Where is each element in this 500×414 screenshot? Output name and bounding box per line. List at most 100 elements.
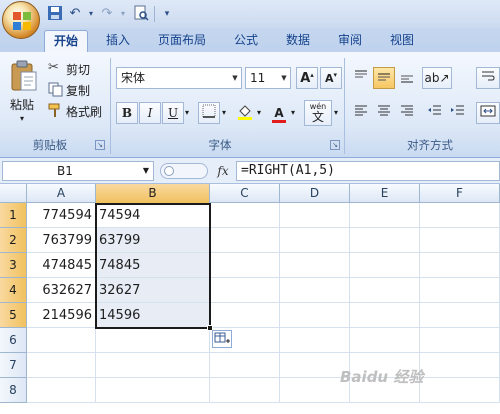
cell-a3[interactable]: 474845: [27, 253, 96, 278]
tab-page-layout[interactable]: 页面布局: [148, 30, 216, 52]
tab-home[interactable]: 开始: [44, 30, 88, 52]
cell[interactable]: [280, 253, 350, 278]
row-header[interactable]: 2: [0, 228, 27, 253]
cell[interactable]: [27, 328, 96, 353]
chevron-down-icon[interactable]: ▼: [143, 162, 149, 180]
wrap-text-button[interactable]: [476, 67, 500, 89]
shrink-font-button[interactable]: A▾: [320, 67, 342, 89]
column-header-b[interactable]: B: [96, 184, 210, 203]
align-center-button[interactable]: [373, 102, 395, 124]
fill-color-button[interactable]: [234, 102, 256, 124]
cell[interactable]: [350, 303, 420, 328]
cell-a5[interactable]: 214596: [27, 303, 96, 328]
font-name-combo[interactable]: 宋体 ▼: [116, 67, 242, 89]
cell[interactable]: [210, 228, 280, 253]
phonetic-button[interactable]: wén 文: [304, 100, 332, 126]
borders-dropdown-icon[interactable]: ▾: [222, 108, 226, 117]
tab-insert[interactable]: 插入: [98, 30, 138, 52]
cell[interactable]: [210, 378, 280, 403]
align-right-button[interactable]: [396, 102, 418, 124]
cell[interactable]: [350, 278, 420, 303]
cell[interactable]: [350, 203, 420, 228]
cell[interactable]: [96, 353, 210, 378]
cell-a4[interactable]: 632627: [27, 278, 96, 303]
cell[interactable]: [210, 353, 280, 378]
tab-view[interactable]: 视图: [382, 30, 422, 52]
cell[interactable]: [27, 353, 96, 378]
cell-a2[interactable]: 763799: [27, 228, 96, 253]
row-header[interactable]: 7: [0, 353, 27, 378]
cell[interactable]: [210, 278, 280, 303]
align-left-button[interactable]: [350, 102, 372, 124]
cell-b3[interactable]: 74845: [96, 253, 210, 278]
save-icon[interactable]: [46, 5, 64, 23]
column-header-d[interactable]: D: [280, 184, 350, 203]
italic-button[interactable]: I: [139, 102, 161, 124]
cell-b2[interactable]: 63799: [96, 228, 210, 253]
column-header-f[interactable]: F: [420, 184, 500, 203]
formula-bar-splitter[interactable]: [160, 163, 208, 179]
align-top-button[interactable]: [350, 67, 372, 89]
font-size-combo[interactable]: 11 ▼: [245, 67, 291, 89]
underline-dropdown-icon[interactable]: ▾: [185, 108, 189, 117]
row-header[interactable]: 5: [0, 303, 27, 328]
tab-data[interactable]: 数据: [278, 30, 318, 52]
font-color-dropdown-icon[interactable]: ▾: [291, 108, 295, 117]
phonetic-dropdown-icon[interactable]: ▾: [334, 108, 338, 117]
cell[interactable]: [420, 203, 500, 228]
print-preview-icon[interactable]: [132, 5, 150, 23]
borders-button[interactable]: [198, 102, 220, 124]
cell[interactable]: [96, 328, 210, 353]
column-header-e[interactable]: E: [350, 184, 420, 203]
format-painter-button[interactable]: 格式刷: [46, 102, 106, 120]
tab-review[interactable]: 审阅: [330, 30, 370, 52]
cell[interactable]: [280, 203, 350, 228]
align-bottom-button[interactable]: [396, 67, 418, 89]
insert-function-button[interactable]: fx: [212, 161, 234, 181]
fill-color-dropdown-icon[interactable]: ▾: [257, 108, 261, 117]
cell-b1[interactable]: 74594: [96, 203, 210, 228]
cell[interactable]: [280, 228, 350, 253]
cell[interactable]: [210, 203, 280, 228]
office-button[interactable]: [2, 1, 40, 39]
cell[interactable]: [210, 253, 280, 278]
cell[interactable]: [280, 328, 350, 353]
cell[interactable]: [350, 253, 420, 278]
cell[interactable]: [420, 228, 500, 253]
grow-font-button[interactable]: A▴: [296, 67, 318, 89]
row-header[interactable]: 8: [0, 378, 27, 403]
underline-button[interactable]: U: [162, 102, 184, 124]
cell-a1[interactable]: 774594: [27, 203, 96, 228]
cell-b4[interactable]: 32627: [96, 278, 210, 303]
copy-button[interactable]: 复制: [46, 81, 106, 99]
cell-b5[interactable]: 14596: [96, 303, 210, 328]
align-middle-button[interactable]: [373, 67, 395, 89]
row-header[interactable]: 3: [0, 253, 27, 278]
cell[interactable]: [96, 378, 210, 403]
increase-indent-button[interactable]: [447, 102, 469, 124]
font-launcher-icon[interactable]: ↘: [330, 140, 340, 150]
orientation-button[interactable]: ab↗: [422, 67, 452, 89]
bold-button[interactable]: B: [116, 102, 138, 124]
cut-button[interactable]: ✂ 剪切: [46, 60, 106, 78]
chevron-down-icon[interactable]: ▼: [229, 68, 241, 88]
cell[interactable]: [350, 328, 420, 353]
row-header[interactable]: 6: [0, 328, 27, 353]
chevron-down-icon[interactable]: ▼: [278, 68, 290, 88]
customize-qat-icon[interactable]: ▾: [158, 5, 176, 23]
cell[interactable]: [420, 353, 500, 378]
cell[interactable]: [420, 303, 500, 328]
formula-input[interactable]: =RIGHT(A1,5): [236, 161, 500, 181]
redo-dropdown-icon[interactable]: ▾: [114, 5, 132, 23]
cell[interactable]: [420, 253, 500, 278]
cell[interactable]: [350, 228, 420, 253]
merge-center-button[interactable]: [476, 102, 500, 124]
row-header[interactable]: 1: [0, 203, 27, 228]
row-header[interactable]: 4: [0, 278, 27, 303]
font-color-button[interactable]: A: [268, 102, 290, 124]
cell[interactable]: [420, 328, 500, 353]
cell[interactable]: [280, 303, 350, 328]
clipboard-launcher-icon[interactable]: ↘: [95, 140, 105, 150]
cell[interactable]: [280, 278, 350, 303]
cell[interactable]: [420, 378, 500, 403]
